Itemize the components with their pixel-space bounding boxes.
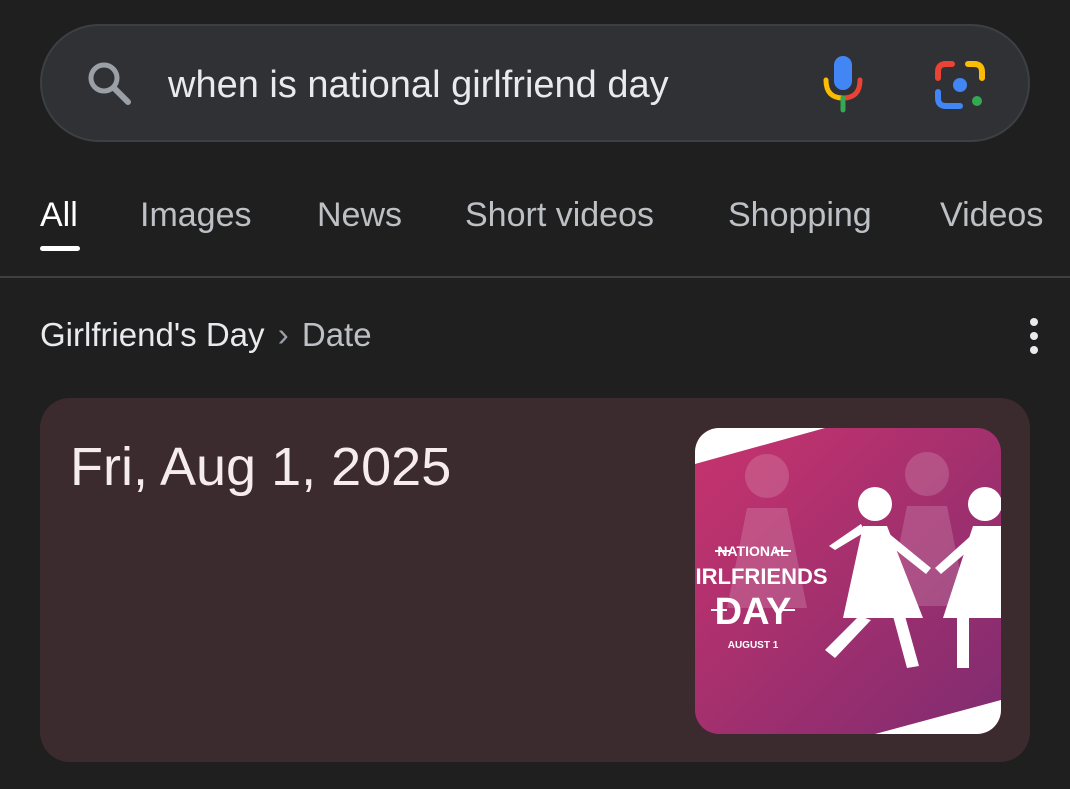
- breadcrumb-attribute: Date: [301, 316, 372, 353]
- active-tab-indicator: [40, 246, 80, 251]
- tab-videos[interactable]: Videos: [940, 196, 1043, 235]
- tab-news[interactable]: News: [317, 196, 402, 235]
- image-text-line3: DAY: [715, 591, 792, 633]
- tabs-divider: [0, 276, 1070, 278]
- search-input[interactable]: [168, 60, 788, 110]
- mic-icon[interactable]: [818, 54, 868, 114]
- answer-card[interactable]: Fri, Aug 1, 2025 NATIONAL IRLFRIENDS DAY…: [40, 398, 1030, 762]
- breadcrumb-entity[interactable]: Girlfriend's Day: [40, 316, 265, 353]
- tab-shopping[interactable]: Shopping: [728, 196, 872, 235]
- girlfriends-day-image[interactable]: NATIONAL GIRLFRIENDS DAY AUGUST 1: [695, 428, 1001, 734]
- answer-date: Fri, Aug 1, 2025: [70, 437, 452, 497]
- more-options-icon[interactable]: [1016, 316, 1052, 356]
- tab-all[interactable]: All: [40, 196, 78, 235]
- search-icon[interactable]: [84, 58, 134, 108]
- image-text-line4: AUGUST 1: [728, 640, 779, 651]
- image-text-line2: GIRLFRIENDS: [695, 564, 828, 589]
- breadcrumb: Girlfriend's Day › Date: [40, 316, 372, 354]
- tab-short-videos[interactable]: Short videos: [465, 196, 654, 235]
- lens-icon[interactable]: [932, 58, 988, 112]
- tab-images[interactable]: Images: [140, 196, 252, 235]
- search-tabs: All Images News Short videos Shopping Vi…: [0, 180, 1070, 276]
- breadcrumb-separator: ›: [277, 316, 289, 353]
- girlfriends-day-illustration: NATIONAL GIRLFRIENDS DAY AUGUST 1: [695, 428, 1001, 734]
